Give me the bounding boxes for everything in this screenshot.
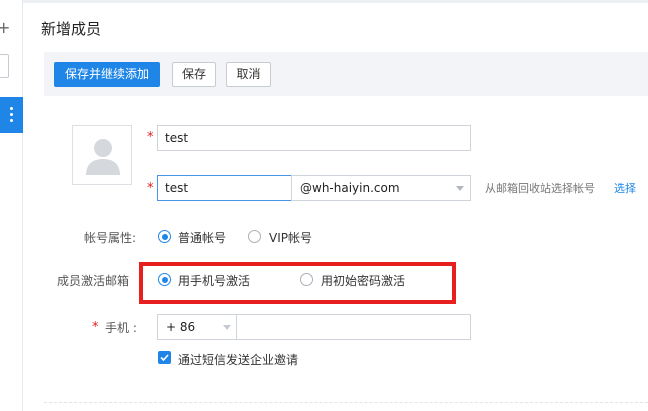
- recycle-hint: 从邮箱回收站选择帐号: [485, 182, 595, 195]
- cancel-button[interactable]: 取消: [226, 62, 271, 87]
- recycle-select-link[interactable]: 选择: [614, 180, 636, 196]
- top-divider: [0, 0, 648, 3]
- chevron-down-icon: [456, 186, 464, 191]
- activation-label: 成员激活邮箱: [57, 274, 130, 288]
- left-rail: +: [0, 0, 23, 411]
- required-mark: *: [147, 130, 154, 145]
- phone-label: 手机 :: [105, 321, 137, 335]
- phone-input[interactable]: [236, 314, 471, 340]
- plus-icon[interactable]: +: [0, 20, 10, 36]
- required-mark: *: [92, 320, 99, 335]
- chevron-down-icon: [223, 325, 231, 330]
- highlight-box: [139, 262, 456, 304]
- save-and-continue-button[interactable]: 保存并继续添加: [54, 62, 160, 87]
- avatar[interactable]: [72, 125, 132, 185]
- country-code-value: + 86: [166, 320, 196, 334]
- radio-vip-account-label[interactable]: VIP帐号: [269, 229, 312, 246]
- domain-value: @wh-haiyin.com: [300, 181, 400, 195]
- section-divider: [44, 402, 648, 403]
- save-button[interactable]: 保存: [172, 62, 216, 87]
- radio-normal-account[interactable]: [158, 230, 171, 243]
- sms-invite-checkbox[interactable]: [158, 351, 171, 364]
- radio-vip-account[interactable]: [248, 230, 261, 243]
- name-field[interactable]: test: [157, 125, 471, 151]
- country-code-select[interactable]: + 86: [157, 314, 237, 340]
- required-mark: *: [147, 181, 154, 196]
- page-title: 新增成员: [41, 20, 102, 38]
- account-field[interactable]: test: [157, 175, 292, 201]
- rail-input-box[interactable]: [0, 54, 9, 78]
- domain-select[interactable]: @wh-haiyin.com: [291, 175, 471, 201]
- account-type-label: 帐号属性:: [84, 231, 137, 245]
- checkmark-icon: [160, 354, 169, 362]
- sms-invite-label[interactable]: 通过短信发送企业邀请: [178, 351, 298, 368]
- form-toolbar: 保存并继续添加 保存 取消: [44, 52, 648, 96]
- more-vertical-icon[interactable]: [10, 107, 13, 123]
- user-silhouette-icon: [86, 139, 120, 175]
- radio-normal-account-label[interactable]: 普通帐号: [178, 229, 226, 246]
